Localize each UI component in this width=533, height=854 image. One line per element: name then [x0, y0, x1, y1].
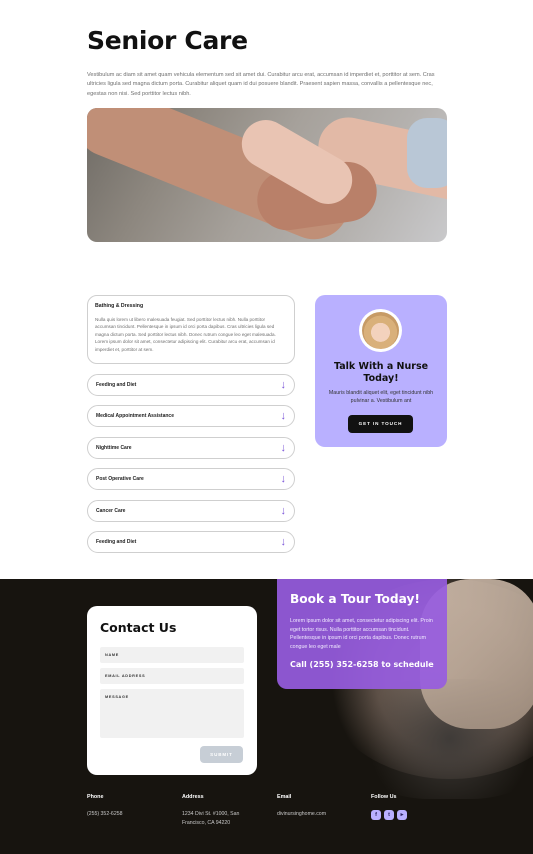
submit-button[interactable]: SUBMIT: [200, 746, 243, 763]
footer-address: Address 1234 Divi St. #1000, San Francis…: [182, 794, 282, 828]
email-field[interactable]: EMAIL ADDRESS: [100, 668, 244, 684]
nurse-card-text: Mauris blandit aliquet elit, eget tincid…: [328, 390, 434, 404]
accordion-label: Nighttime Care: [96, 445, 132, 451]
arrow-down-icon: ↓: [280, 409, 287, 422]
intro-paragraph: Vestibulum ac diam sit amet quam vehicul…: [87, 72, 435, 97]
arrow-down-icon: ↓: [280, 441, 287, 454]
accordion-item[interactable]: Feeding and Diet ↓: [87, 531, 295, 553]
footer-address-heading: Address: [182, 794, 204, 800]
hero-image-holding-hands: [87, 108, 447, 242]
footer-phone-value[interactable]: (255) 352-6258: [87, 810, 187, 819]
footer-phone-heading: Phone: [87, 794, 104, 800]
facebook-icon[interactable]: f: [371, 810, 381, 820]
nurse-card-title: Talk With a Nurse Today!: [333, 361, 429, 384]
accordion-label: Post Operative Care: [96, 476, 144, 482]
footer-email: Email divinursinghome.com: [277, 794, 377, 819]
arrow-down-icon: ↓: [280, 504, 287, 517]
tour-text: Lorem ipsum dolor sit amet, consectetur …: [290, 618, 433, 651]
accordion-item[interactable]: Medical Appointment Assistance ↓: [87, 405, 295, 427]
arrow-down-icon: ↓: [280, 378, 287, 391]
footer-follow-heading: Follow Us: [371, 794, 397, 800]
name-field[interactable]: NAME: [100, 647, 244, 663]
accordion-label: Cancer Care: [96, 508, 126, 514]
accordion-label: Feeding and Diet: [96, 382, 137, 388]
arrow-down-icon: ↓: [280, 535, 287, 548]
footer-address-line1: 1234 Divi St. #1000, San: [182, 811, 240, 817]
accordion-title[interactable]: Bathing & Dressing: [95, 303, 287, 309]
arrow-down-icon: ↓: [280, 472, 287, 485]
social-icons: f t ▸: [371, 810, 471, 820]
get-in-touch-button[interactable]: GET IN TOUCH: [348, 415, 413, 433]
footer-address-line2: Francisco, CA 94220: [182, 820, 231, 826]
accordion-body: Nulla quis lorem ut libero malesuada feu…: [95, 317, 276, 352]
footer-phone: Phone (255) 352-6258: [87, 794, 187, 819]
footer-follow: Follow Us f t ▸: [371, 794, 471, 820]
nurse-avatar: [359, 309, 402, 352]
footer-email-value[interactable]: divinursinghome.com: [277, 810, 377, 819]
accordion-label: Feeding and Diet: [96, 539, 137, 545]
contact-title: Contact Us: [100, 620, 177, 635]
message-field[interactable]: MESSAGE: [100, 689, 244, 738]
contact-form: Contact Us NAME EMAIL ADDRESS MESSAGE SU…: [87, 606, 257, 775]
book-tour-panel: Book a Tour Today! Lorem ipsum dolor sit…: [277, 579, 447, 689]
tour-phone[interactable]: Call (255) 352-6258 to schedule: [290, 660, 434, 669]
twitter-icon[interactable]: t: [384, 810, 394, 820]
tour-title: Book a Tour Today!: [290, 592, 420, 606]
accordion-item[interactable]: Post Operative Care ↓: [87, 468, 295, 490]
page-title: Senior Care: [87, 26, 248, 55]
accordion-item-open[interactable]: Bathing & Dressing Nulla quis lorem ut l…: [87, 295, 295, 364]
accordion-label: Medical Appointment Assistance: [96, 413, 174, 419]
accordion-item[interactable]: Feeding and Diet ↓: [87, 374, 295, 396]
nurse-card: Talk With a Nurse Today! Mauris blandit …: [315, 295, 447, 447]
youtube-icon[interactable]: ▸: [397, 810, 407, 820]
accordion-item[interactable]: Nighttime Care ↓: [87, 437, 295, 459]
accordion-item[interactable]: Cancer Care ↓: [87, 500, 295, 522]
footer-email-heading: Email: [277, 794, 292, 800]
